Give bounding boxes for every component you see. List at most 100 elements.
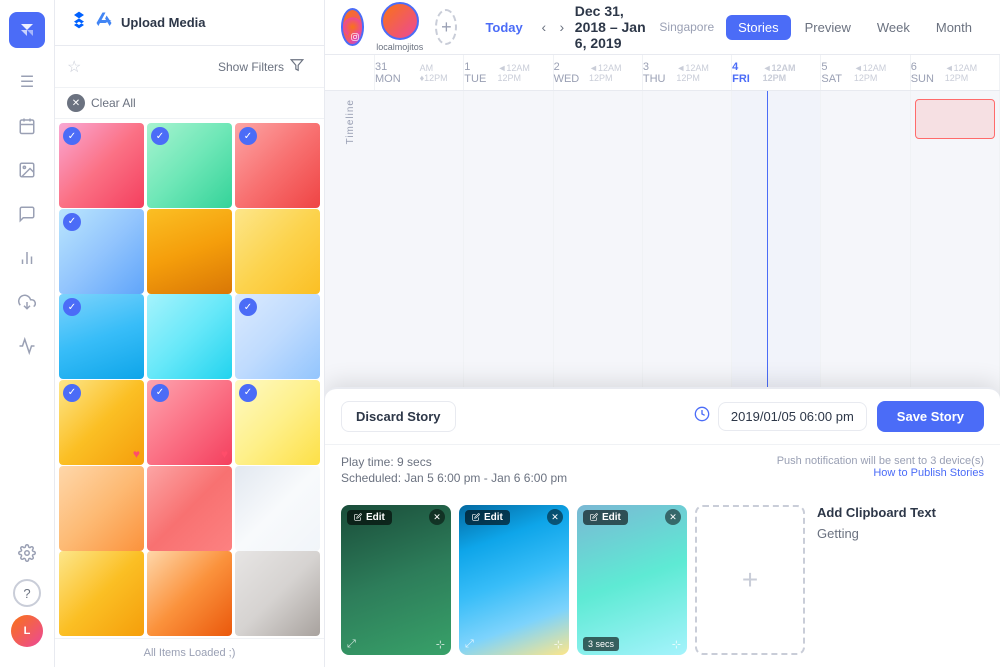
clear-all-button[interactable]: ✕ — [67, 94, 85, 112]
media-check-icon: ✓ — [63, 213, 81, 231]
day-label-mon: 31 MONAM ♦12PM — [375, 55, 464, 90]
story-clipboard: Add Clipboard Text Getting — [817, 505, 1000, 655]
list-item[interactable] — [147, 209, 232, 294]
clipboard-title: Add Clipboard Text — [817, 505, 1000, 520]
schedule-time-input[interactable]: 2019/01/05 06:00 pm — [718, 402, 867, 431]
save-story-button[interactable]: Save Story — [877, 401, 984, 432]
schedule-time-value: 2019/01/05 06:00 pm — [731, 409, 854, 424]
user-avatar[interactable]: L — [11, 615, 43, 647]
thumb-close-3[interactable]: ✕ — [665, 509, 681, 525]
edit-badge-2[interactable]: Edit — [465, 510, 510, 525]
move-icon-2: ⊹ — [554, 638, 563, 651]
list-item[interactable]: ✓ — [235, 294, 320, 379]
media-footer: All Items Loaded ;) — [55, 638, 324, 667]
list-item[interactable]: ✓ ♥ — [59, 380, 144, 465]
today-button[interactable]: Today — [477, 16, 530, 39]
media-check-icon: ✓ — [239, 384, 257, 402]
sidebar-calendar-icon[interactable] — [9, 108, 45, 144]
show-filters-button[interactable]: Show Filters — [210, 54, 312, 79]
upload-button[interactable]: Upload Media — [69, 10, 206, 35]
story-modal: Discard Story 2019/01/05 06:00 pm Save S… — [325, 387, 1000, 667]
move-icon-1: ⊹ — [436, 638, 445, 651]
add-story-button[interactable]: + — [695, 505, 805, 655]
sidebar-settings-icon[interactable] — [9, 535, 45, 571]
sidebar-activity-icon[interactable] — [9, 328, 45, 364]
story-thumb-3[interactable]: Edit ✕ 3 secs ⊹ — [577, 505, 687, 655]
heart-icon: ♥ — [133, 447, 140, 461]
day-label-tue: 1 TUE◄12AM 12PM — [464, 55, 553, 90]
sidebar-download-icon[interactable] — [9, 284, 45, 320]
heart-icon: ♥ — [221, 447, 228, 461]
day-label-wed: 2 WED◄12AM 12PM — [554, 55, 643, 90]
how-to-publish-link[interactable]: How to Publish Stories — [873, 467, 984, 479]
thumb-close-1[interactable]: ✕ — [429, 509, 445, 525]
story-thumb-2[interactable]: Edit ✕ ⤢ ⊹ — [459, 505, 569, 655]
list-item[interactable] — [59, 466, 144, 551]
day-label-sat: 5 SAT◄12AM 12PM — [821, 55, 910, 90]
story-modal-content: Edit ✕ ⤢ ⊹ — [325, 497, 1000, 667]
expand-icon-1: ⤢ — [347, 638, 356, 651]
story-thumb-1[interactable]: Edit ✕ ⤢ ⊹ — [341, 505, 451, 655]
thumb-duration-3: 3 secs — [583, 637, 619, 651]
media-check-icon: ✓ — [63, 384, 81, 402]
timeline-text: Timeline — [345, 99, 356, 144]
list-item[interactable] — [235, 551, 320, 636]
sidebar-chart-icon[interactable] — [9, 240, 45, 276]
day-label-sun: 6 SUN◄12AM 12PM — [911, 55, 1000, 90]
view-tabs: Stories Preview Week Month — [726, 15, 984, 40]
story-info-right: Push notification will be sent to 3 devi… — [777, 455, 984, 487]
list-item[interactable]: ✓ — [59, 209, 144, 294]
sidebar-help-icon[interactable]: ? — [13, 579, 41, 607]
list-item[interactable]: ✓ — [147, 123, 232, 208]
upload-label: Upload Media — [121, 15, 206, 30]
media-grid: ✓ ✓ ✓ ✓ ✓ — [55, 119, 324, 638]
favorite-icon[interactable]: ☆ — [67, 57, 81, 77]
edit-label-2: Edit — [484, 512, 503, 523]
push-notification-label: Push notification will be sent to 3 devi… — [777, 455, 984, 467]
edit-badge-3[interactable]: Edit — [583, 510, 628, 525]
calendar-topbar: localmojitos + Today ‹ › Dec 31, 2018 – … — [325, 0, 1000, 55]
tab-month[interactable]: Month — [924, 15, 984, 40]
main-container: Upload Media ☆ Show Filters ✕ Clear All … — [55, 0, 1000, 667]
list-item[interactable] — [147, 294, 232, 379]
list-item[interactable]: ✓ ♥ — [147, 380, 232, 465]
media-header: Upload Media — [55, 0, 324, 46]
thumb-close-2[interactable]: ✕ — [547, 509, 563, 525]
sidebar-image-icon[interactable] — [9, 152, 45, 188]
date-range-label: Dec 31, 2018 – Jan 6, 2019 — [575, 3, 648, 51]
tab-stories[interactable]: Stories — [726, 15, 790, 40]
next-arrow[interactable]: › — [557, 15, 567, 39]
sidebar: ☰ ? L — [0, 0, 55, 667]
list-item[interactable]: ✓ — [59, 123, 144, 208]
dropbox-icon — [69, 10, 89, 35]
tab-preview[interactable]: Preview — [793, 15, 863, 40]
expand-icon-3: ⊹ — [672, 638, 681, 651]
profile-avatar[interactable] — [341, 8, 364, 46]
list-item[interactable] — [59, 551, 144, 636]
list-item[interactable]: ✓ — [235, 123, 320, 208]
discard-story-button[interactable]: Discard Story — [341, 401, 456, 432]
scheduled-label: Scheduled: Jan 5 6:00 pm - Jan 6 6:00 pm — [341, 471, 777, 485]
list-item[interactable] — [235, 209, 320, 294]
show-filters-label: Show Filters — [218, 60, 284, 74]
list-item[interactable]: ✓ — [235, 380, 320, 465]
list-item[interactable]: ✓ — [59, 294, 144, 379]
list-item[interactable] — [147, 551, 232, 636]
media-toolbar: ☆ Show Filters — [55, 46, 324, 88]
edit-badge-1[interactable]: Edit — [347, 510, 392, 525]
profile-button[interactable] — [381, 2, 419, 40]
media-check-icon: ✓ — [63, 127, 81, 145]
clipboard-text[interactable]: Getting — [817, 526, 1000, 541]
prev-arrow[interactable]: ‹ — [539, 15, 549, 39]
media-panel: Upload Media ☆ Show Filters ✕ Clear All … — [55, 0, 325, 667]
story-info-left: Play time: 9 secs Scheduled: Jan 5 6:00 … — [341, 455, 777, 487]
add-account-button[interactable]: + — [435, 9, 457, 45]
sidebar-chat-icon[interactable] — [9, 196, 45, 232]
story-card[interactable] — [915, 99, 995, 139]
list-item[interactable] — [147, 466, 232, 551]
sidebar-hamburger-icon[interactable]: ☰ — [9, 64, 45, 100]
list-item[interactable] — [235, 466, 320, 551]
tab-week[interactable]: Week — [865, 15, 922, 40]
clock-icon — [694, 406, 710, 427]
thumb-overlay-1: Edit ✕ — [341, 505, 451, 529]
